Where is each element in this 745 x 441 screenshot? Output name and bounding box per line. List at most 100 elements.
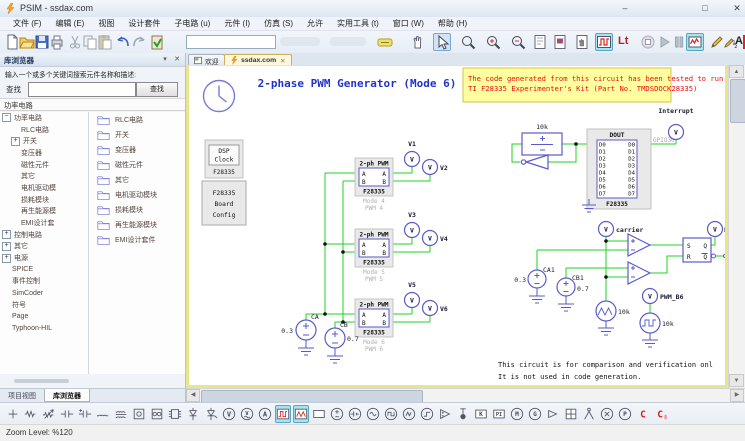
lt-icon[interactable]: Lt <box>618 35 628 47</box>
current-probe-icon[interactable]: A <box>258 406 272 422</box>
print-icon[interactable] <box>49 34 65 50</box>
dc-source-cb1[interactable]: CB1 0.7 <box>557 274 589 311</box>
board-config-block[interactable]: F28335 Board Config <box>202 181 246 225</box>
pi-controller-icon[interactable]: PI <box>492 406 506 422</box>
generator-icon[interactable]: G <box>528 406 542 422</box>
menu-item-elements[interactable]: 元件 (I) <box>217 18 257 29</box>
tree-item[interactable]: 其它 <box>0 170 88 182</box>
tree-item[interactable]: SimCoder <box>0 287 88 299</box>
menu-item-view[interactable]: 视图 <box>91 18 121 29</box>
tree-scrollbar-thumb[interactable] <box>14 379 69 383</box>
tree-item[interactable]: 事件控制 <box>0 276 88 288</box>
coupled-inductor-icon[interactable] <box>114 406 128 422</box>
dc-source-ca[interactable]: CA 0.3 <box>281 313 319 355</box>
scroll-down-icon[interactable]: ▼ <box>729 374 744 387</box>
zoom-icon[interactable] <box>460 34 476 50</box>
label-tool-icon[interactable] <box>377 34 393 50</box>
voltage-probe-carrier[interactable]: V carrier <box>599 222 644 237</box>
tree-item[interactable]: +电源 <box>0 252 88 264</box>
tree-item[interactable]: +控制电路 <box>0 229 88 241</box>
voltage-scope-icon[interactable] <box>275 405 291 423</box>
inductor-icon[interactable] <box>96 406 110 422</box>
tree-item[interactable]: 再生能源模 <box>0 206 88 218</box>
power-meter-icon[interactable]: P <box>618 406 632 422</box>
menu-item-simulate[interactable]: 仿真 (S) <box>257 18 300 29</box>
diode-icon[interactable] <box>186 406 200 422</box>
voltage-probe-interrupt[interactable]: V Interrupt <box>658 107 693 140</box>
tree-item[interactable]: 损耗模块 <box>0 194 88 206</box>
menu-item-options[interactable]: 允许 <box>300 18 330 29</box>
menu-item-subcircuit[interactable]: 子电路 (u) <box>167 18 217 29</box>
tree-item[interactable]: SPICE <box>0 264 88 276</box>
current-sensor-icon[interactable] <box>456 406 470 422</box>
dc-source-ca1[interactable]: CA1 0.3 <box>514 266 555 303</box>
library-folder[interactable]: 电机驱动模块 <box>89 187 185 202</box>
mux-block-icon[interactable] <box>564 406 578 422</box>
minimize-button[interactable]: – <box>618 2 632 14</box>
scroll-right-icon[interactable]: ▶ <box>730 389 744 402</box>
pwm-block-1[interactable]: 2-ph PWM A A B B F28335 Mode 4 PWM 4 <box>355 158 393 212</box>
library-folder[interactable]: RLC电路 <box>89 112 185 127</box>
current-scope-icon[interactable] <box>293 405 309 423</box>
tree-item[interactable]: 电机驱动模 <box>0 182 88 194</box>
open-file-icon[interactable] <box>19 34 35 50</box>
feedback-block[interactable]: 10k <box>522 123 562 155</box>
library-folder[interactable]: 变压器 <box>89 142 185 157</box>
save-icon[interactable] <box>34 34 50 50</box>
collapse-icon[interactable]: − <box>2 113 11 122</box>
opamp-icon[interactable] <box>438 406 452 422</box>
sr-latch-block[interactable]: S Q R Q <box>683 238 727 262</box>
clock-icon[interactable] <box>204 81 235 112</box>
comparator-1[interactable] <box>628 234 650 256</box>
text-icon[interactable]: A <box>735 35 743 47</box>
maximize-button[interactable]: □ <box>698 2 712 14</box>
library-folder[interactable]: 其它 <box>89 172 185 187</box>
voltage-probe-v3[interactable]: V V3 <box>405 211 420 238</box>
comparator-2[interactable] <box>628 262 650 284</box>
run-icon[interactable] <box>656 34 672 50</box>
pause-icon[interactable] <box>671 34 687 50</box>
menu-item-file[interactable]: 文件 (F) <box>6 18 48 29</box>
expand-icon[interactable]: + <box>2 230 11 239</box>
menu-item-window[interactable]: 窗口 (W) <box>386 18 431 29</box>
find-button[interactable]: 查找 <box>136 82 178 97</box>
sine-source-icon[interactable] <box>366 406 380 422</box>
tree-item[interactable]: +其它 <box>0 241 88 253</box>
redo-icon[interactable] <box>131 34 147 50</box>
tab-project-view[interactable]: 项目视图 <box>0 389 44 402</box>
rheostat-icon[interactable] <box>42 406 56 422</box>
library-folder[interactable]: 再生能源模块 <box>89 217 185 232</box>
c-script-icon[interactable]: C <box>636 406 650 422</box>
tab-library-browser[interactable]: 库浏览器 <box>44 389 90 402</box>
label-box-icon[interactable] <box>312 406 326 422</box>
library-folder[interactable]: 磁性元件 <box>89 157 185 172</box>
menu-item-design-suites[interactable]: 设计套件 <box>121 18 167 29</box>
library-folder[interactable]: EMI设计套件 <box>89 232 185 247</box>
zoom-in-icon[interactable] <box>485 34 501 50</box>
transformer-icon[interactable] <box>132 406 146 422</box>
toolbar-search-input[interactable] <box>186 35 276 49</box>
paste-icon[interactable] <box>97 34 113 50</box>
undo-icon[interactable] <box>115 34 131 50</box>
resistor-icon[interactable] <box>24 406 38 422</box>
zoom-out-icon[interactable] <box>510 34 526 50</box>
scroll-left-icon[interactable]: ◀ <box>186 389 200 402</box>
dc-source-cb[interactable]: CB 0.7 <box>325 321 359 363</box>
buffer-icon[interactable] <box>546 406 560 422</box>
voltage-probe-v4[interactable]: V V4 <box>423 231 448 246</box>
electrolytic-capacitor-icon[interactable] <box>78 406 92 422</box>
menu-item-edit[interactable]: 编辑 (E) <box>48 18 91 29</box>
vertical-scrollbar[interactable]: ▲ ▼ <box>728 65 745 388</box>
thyristor-icon[interactable] <box>204 406 218 422</box>
menu-item-utilities[interactable]: 实用工具 (t) <box>330 18 386 29</box>
find-input[interactable] <box>28 82 136 97</box>
vertical-scroll-thumb[interactable] <box>730 79 745 123</box>
tree-item[interactable]: 变压器 <box>0 147 88 159</box>
motor-icon[interactable]: M <box>510 406 524 422</box>
panel-close-icon[interactable]: ✕ <box>172 55 182 63</box>
chevron-down-icon[interactable]: ▾ <box>160 55 170 63</box>
voltage-probe-v6[interactable]: V V6 <box>423 301 448 316</box>
voltage-probe-pwm[interactable]: V PWM <box>708 222 729 237</box>
new-file-icon[interactable] <box>4 34 20 50</box>
scroll-up-icon[interactable]: ▲ <box>729 65 744 78</box>
